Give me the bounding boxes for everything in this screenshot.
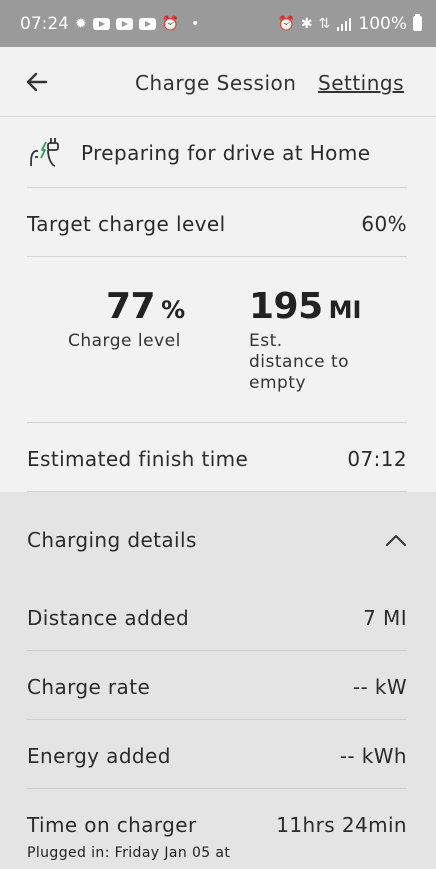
divider [27,187,407,188]
charge-level-unit: % [161,296,186,324]
distance-value-group: 195 MI [249,286,369,327]
detail-label: Energy added [27,744,171,768]
brightness-icon: ✹ [75,15,87,32]
detail-label: Distance added [27,606,190,630]
charge-level-value-group: 77 % [106,286,228,327]
status-bar-right: ⏰ ✱ ⇅ 100% [277,14,422,34]
detail-value: 11hrs 24min [276,813,407,837]
divider [27,719,407,720]
alarm-icon: ⏰ [161,15,180,32]
charge-level-metric: 77 % Charge level [68,286,228,352]
detail-label: Charge rate [27,675,151,699]
dot-icon: • [191,15,200,32]
target-charge-label: Target charge level [27,212,226,236]
charging-plug-icon [30,138,59,167]
charging-details-title: Charging details [27,528,197,552]
status-bar-left: 07:24 ✹ ⏰ • [20,14,199,34]
detail-label: Time on charger [27,813,197,837]
finish-time-row: Estimated finish time 07:12 [27,437,407,481]
bluetooth-icon: ✱ [300,15,313,32]
distance-value: 195 [249,286,323,327]
page-title: Charge Session [135,71,297,95]
clock: 07:24 [20,13,69,34]
divider [27,422,407,423]
divider [27,788,407,789]
finish-time-value: 07:12 [347,447,407,471]
wifi-icon: ⇅ [318,15,331,32]
settings-link[interactable]: Settings [318,71,404,95]
detail-value: 7 MI [363,606,407,630]
youtube-icon [92,17,110,30]
divider [27,256,407,257]
divider [27,650,407,651]
finish-time-label: Estimated finish time [27,447,249,471]
charging-status-text: Preparing for drive at Home [81,141,371,165]
battery-percent: 100% [358,13,407,34]
alarm-icon: ⏰ [277,15,295,32]
charging-status-row: Preparing for drive at Home [27,131,407,175]
plugged-in-text: Plugged in: Friday Jan 05 at [27,845,231,861]
app-header: Charge Session Settings [0,47,436,117]
battery-icon [413,14,422,31]
distance-metric: 195 MI Est. distance to empty [249,286,369,394]
charge-level-label: Charge level [68,331,181,351]
youtube-icon [115,17,133,30]
distance-unit: MI [328,296,362,324]
charging-details-header[interactable]: Charging details [27,518,407,562]
target-charge-value: 60% [361,212,407,236]
back-arrow-icon[interactable] [24,69,50,95]
detail-row-distance: Distance added 7 MI [27,596,407,640]
target-charge-row[interactable]: Target charge level 60% [27,202,407,246]
status-bar: 07:24 ✹ ⏰ • ⏰ ✱ ⇅ 100% [0,0,436,47]
signal-icon [337,17,352,31]
detail-row-time-on-charger: Time on charger 11hrs 24min [27,803,407,847]
distance-label: Est. distance to empty [249,331,350,393]
detail-row-charge-rate: Charge rate -- kW [27,665,407,709]
detail-row-energy: Energy added -- kWh [27,734,407,778]
chevron-up-icon[interactable] [385,533,407,547]
detail-value: -- kW [352,675,407,699]
charge-level-value: 77 [106,286,156,327]
youtube-icon [138,17,156,30]
detail-value: -- kWh [339,744,407,768]
